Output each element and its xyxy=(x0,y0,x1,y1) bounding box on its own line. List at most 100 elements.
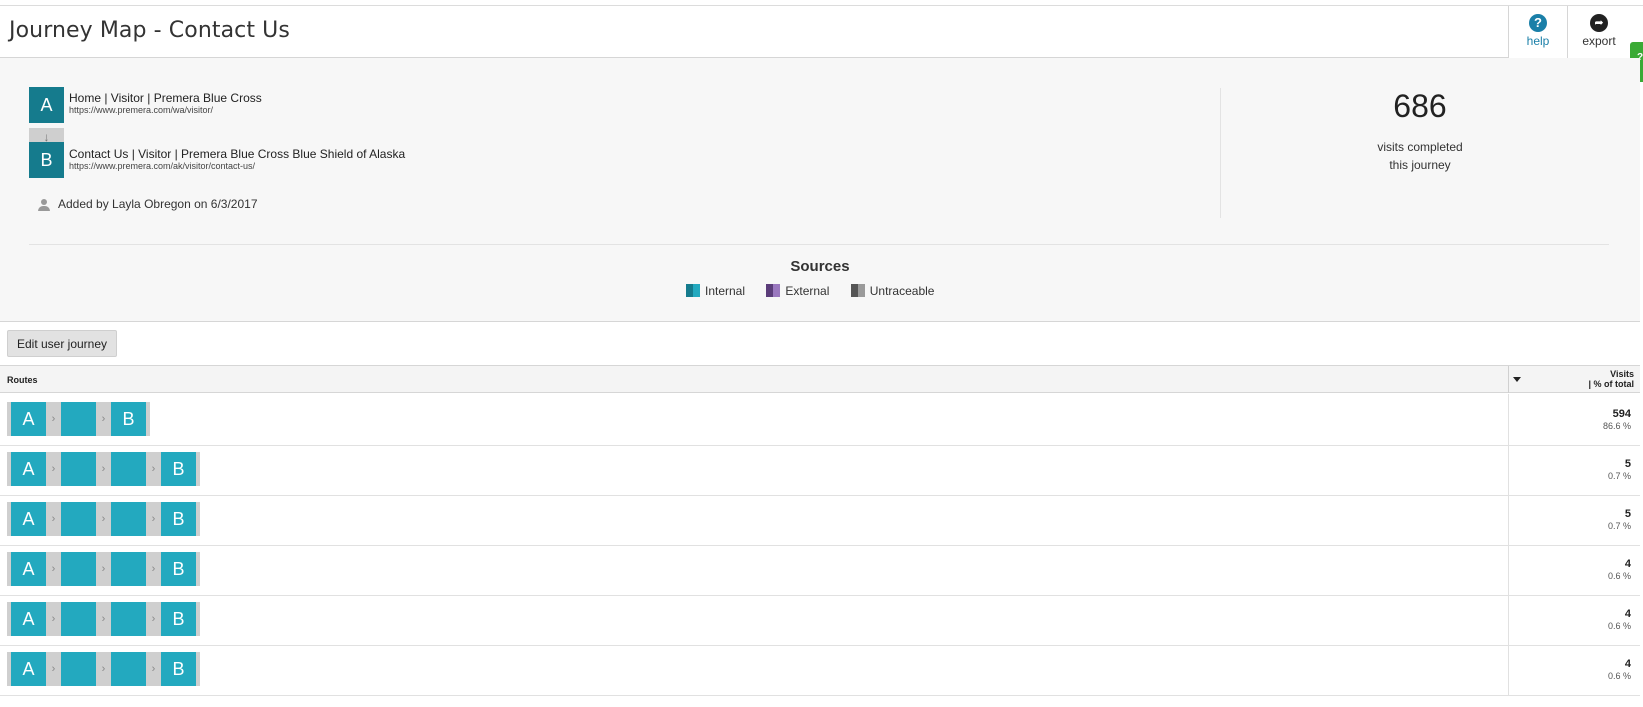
column-separator xyxy=(1508,494,1509,546)
added-by-line: Added by Layla Obregon on 6/3/2017 xyxy=(38,197,258,211)
person-icon xyxy=(38,198,50,211)
visits-column-header[interactable]: Visits | % of total xyxy=(1588,369,1634,389)
route-node[interactable] xyxy=(61,452,96,486)
header-column-separator xyxy=(1508,366,1509,393)
column-separator xyxy=(1508,394,1509,446)
route-node[interactable]: A xyxy=(11,652,46,686)
route-node[interactable] xyxy=(111,552,146,586)
row-visit-count: 594 xyxy=(1612,408,1631,420)
legend-internal-label: Internal xyxy=(705,284,746,298)
export-label: export xyxy=(1582,34,1616,48)
route-node[interactable]: B xyxy=(161,452,196,486)
route-node[interactable] xyxy=(111,652,146,686)
column-separator xyxy=(1508,544,1509,596)
row-visit-count: 4 xyxy=(1624,558,1631,570)
route-node[interactable]: A xyxy=(11,402,46,436)
route-node[interactable] xyxy=(61,402,96,436)
route-node[interactable]: B xyxy=(161,652,196,686)
row-visit-count: 4 xyxy=(1624,608,1631,620)
route-node[interactable] xyxy=(111,602,146,636)
row-visit-percent: 86.6 % xyxy=(1602,421,1631,431)
route-node[interactable]: B xyxy=(111,402,146,436)
route-node[interactable]: A xyxy=(11,552,46,586)
column-separator xyxy=(1508,644,1509,696)
route-node[interactable] xyxy=(61,502,96,536)
column-separator xyxy=(1508,594,1509,646)
edit-user-journey-button[interactable]: Edit user journey xyxy=(7,330,117,357)
route-path[interactable]: A › › › B xyxy=(7,652,200,686)
untraceable-swatch xyxy=(850,284,865,297)
help-icon: ? xyxy=(1529,14,1547,32)
help-label: help xyxy=(1526,34,1550,48)
chevron-right-icon: › xyxy=(51,613,56,625)
visits-header-line2: | % of total xyxy=(1588,379,1634,389)
chevron-right-icon: › xyxy=(151,613,156,625)
route-node[interactable] xyxy=(61,602,96,636)
horizontal-divider xyxy=(29,244,1609,245)
row-visit-percent: 0.6 % xyxy=(1607,671,1631,681)
visits-caption-line2: this journey xyxy=(1389,158,1451,172)
legend-untraceable: Untraceable xyxy=(850,284,935,298)
step-b-badge: B xyxy=(29,142,64,178)
table-row[interactable]: A › › › B 4 0.6 % xyxy=(0,644,1640,696)
chevron-right-icon: › xyxy=(101,563,106,575)
chevron-right-icon: › xyxy=(51,513,56,525)
chevron-right-icon: › xyxy=(51,413,56,425)
row-visit-percent: 0.6 % xyxy=(1607,621,1631,631)
table-row[interactable]: A › › › B 4 0.6 % xyxy=(0,594,1640,646)
row-visit-count: 4 xyxy=(1624,658,1631,670)
routes-table-header: Routes Visits | % of total xyxy=(0,365,1640,393)
route-node[interactable]: B xyxy=(161,502,196,536)
route-node[interactable]: A xyxy=(11,452,46,486)
legend-external: External xyxy=(766,284,829,298)
journey-summary-panel: A Home | Visitor | Premera Blue Cross ht… xyxy=(0,58,1640,322)
legend-internal: Internal xyxy=(686,284,745,298)
share-arrow-icon: ➦ xyxy=(1590,14,1608,32)
route-node[interactable]: A xyxy=(11,602,46,636)
added-by-text: Added by Layla Obregon on 6/3/2017 xyxy=(58,197,258,211)
row-visit-percent: 0.6 % xyxy=(1607,571,1631,581)
sort-desc-icon[interactable] xyxy=(1513,377,1521,382)
route-path[interactable]: A › › › B xyxy=(7,502,200,536)
chevron-right-icon: › xyxy=(101,663,106,675)
table-row[interactable]: A › › › B 5 0.7 % xyxy=(0,494,1640,546)
step-a-title: Home | Visitor | Premera Blue Cross xyxy=(69,91,262,105)
row-visit-percent: 0.7 % xyxy=(1607,471,1631,481)
route-path[interactable]: A › › › B xyxy=(7,552,200,586)
route-node[interactable] xyxy=(111,502,146,536)
table-row[interactable]: A › › › B 4 0.6 % xyxy=(0,544,1640,596)
table-row[interactable]: A › › B 594 86.6 % xyxy=(0,394,1640,446)
table-row[interactable]: A › › › B 5 0.7 % xyxy=(0,444,1640,496)
export-button[interactable]: ➦ export xyxy=(1568,6,1630,58)
sources-title: Sources xyxy=(790,258,850,275)
route-node[interactable]: A xyxy=(11,502,46,536)
chevron-right-icon: › xyxy=(51,663,56,675)
chevron-right-icon: › xyxy=(101,463,106,475)
route-node[interactable] xyxy=(61,652,96,686)
legend-untraceable-label: Untraceable xyxy=(869,284,935,298)
route-node[interactable]: B xyxy=(161,552,196,586)
row-visit-count: 5 xyxy=(1624,458,1631,470)
row-visit-count: 5 xyxy=(1624,508,1631,520)
route-node[interactable] xyxy=(111,452,146,486)
route-path[interactable]: A › › › B xyxy=(7,602,200,636)
sources-legend: Internal External Untraceable xyxy=(686,284,952,298)
internal-swatch xyxy=(686,284,700,297)
chevron-right-icon: › xyxy=(51,463,56,475)
page-title: Journey Map - Contact Us xyxy=(9,18,290,43)
help-button[interactable]: ? help xyxy=(1508,6,1568,59)
chevron-right-icon: › xyxy=(151,463,156,475)
route-node[interactable] xyxy=(61,552,96,586)
route-path[interactable]: A › › B xyxy=(7,402,150,436)
chevron-right-icon: › xyxy=(151,513,156,525)
route-node[interactable]: B xyxy=(161,602,196,636)
legend-external-label: External xyxy=(785,284,830,298)
chevron-right-icon: › xyxy=(151,563,156,575)
route-path[interactable]: A › › › B xyxy=(7,452,200,486)
chevron-right-icon: › xyxy=(101,413,106,425)
visits-caption: visits completed this journey xyxy=(1320,138,1520,174)
chevron-right-icon: › xyxy=(51,563,56,575)
step-a-badge: A xyxy=(29,87,64,123)
step-b-url: https://www.premera.com/ak/visitor/conta… xyxy=(69,161,256,171)
chevron-right-icon: › xyxy=(101,613,106,625)
